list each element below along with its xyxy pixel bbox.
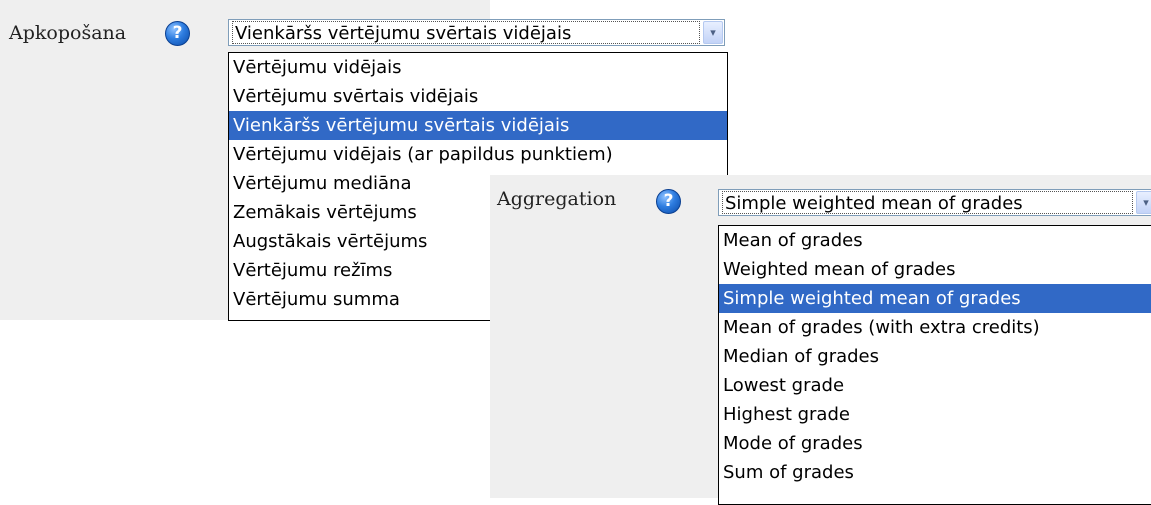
latvian-select-value: Vienkāršs vērtējumu svērtais vidējais	[232, 21, 700, 44]
english-option-mean-extra-credits[interactable]: Mean of grades (with extra credits)	[719, 313, 1151, 342]
latvian-option-simple-weighted-mean[interactable]: Vienkāršs vērtējumu svērtais vidējais	[229, 111, 727, 140]
latvian-option-mean-extra-credits[interactable]: Vērtējumu vidējais (ar papildus punktiem…	[229, 140, 727, 169]
english-aggregation-select[interactable]: Simple weighted mean of grades ▾	[718, 189, 1151, 216]
chevron-down-icon[interactable]: ▾	[1136, 191, 1151, 214]
english-option-highest[interactable]: Highest grade	[719, 400, 1151, 429]
english-option-mode[interactable]: Mode of grades	[719, 429, 1151, 458]
english-help-icon[interactable]: ?	[656, 189, 681, 214]
latvian-aggregation-label: Apkopošana	[9, 22, 127, 44]
english-option-lowest[interactable]: Lowest grade	[719, 371, 1151, 400]
chevron-down-icon[interactable]: ▾	[703, 21, 723, 44]
latvian-help-icon[interactable]: ?	[165, 21, 190, 46]
english-option-mean[interactable]: Mean of grades	[719, 226, 1151, 255]
english-option-median[interactable]: Median of grades	[719, 342, 1151, 371]
english-option-simple-weighted-mean[interactable]: Simple weighted mean of grades	[719, 284, 1151, 313]
english-aggregation-label: Aggregation	[497, 188, 617, 210]
latvian-option-weighted-mean[interactable]: Vērtējumu svērtais vidējais	[229, 82, 727, 111]
english-option-sum[interactable]: Sum of grades	[719, 458, 1151, 487]
latvian-aggregation-select[interactable]: Vienkāršs vērtējumu svērtais vidējais ▾	[228, 19, 725, 46]
latvian-option-mean[interactable]: Vērtējumu vidējais	[229, 53, 727, 82]
english-option-weighted-mean[interactable]: Weighted mean of grades	[719, 255, 1151, 284]
english-select-value: Simple weighted mean of grades	[722, 191, 1133, 214]
english-options-list: Mean of grades Weighted mean of grades S…	[718, 225, 1151, 505]
